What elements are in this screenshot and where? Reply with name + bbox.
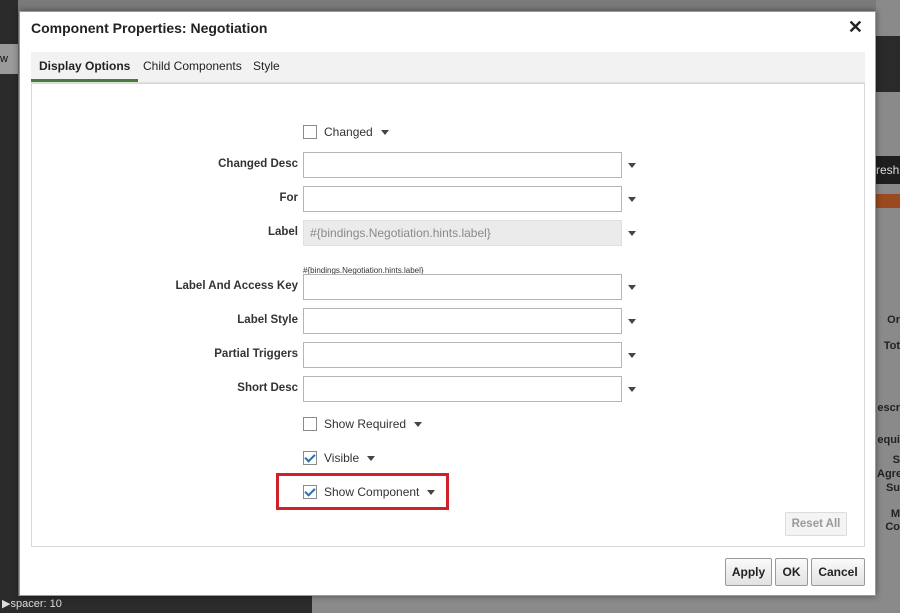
short-desc-input[interactable] <box>303 376 622 402</box>
bg-right-strip <box>876 194 900 208</box>
short-desc-label: Short Desc <box>237 382 298 394</box>
bg-right-bar <box>876 36 900 92</box>
display-options-panel: Changed Changed Desc For Label #{binding… <box>31 83 865 547</box>
label-style-input[interactable] <box>303 308 622 334</box>
label-access-key-label: Label And Access Key <box>175 280 298 292</box>
show-component-checkbox[interactable] <box>303 485 317 499</box>
changed-label: Changed <box>324 125 373 139</box>
visible-row: Visible <box>303 450 376 466</box>
bg-right-text: Su <box>885 482 900 494</box>
label-style-label: Label Style <box>237 314 298 326</box>
show-component-row: Show Component <box>303 484 436 500</box>
show-required-checkbox[interactable] <box>303 417 317 431</box>
chevron-down-icon[interactable] <box>628 353 636 358</box>
bg-right-text: S <box>892 454 900 466</box>
show-component-label: Show Component <box>324 485 420 499</box>
show-required-row: Show Required <box>303 416 423 432</box>
label-input: #{bindings.Negotiation.hints.label} <box>303 220 622 246</box>
ok-button[interactable]: OK <box>775 558 808 586</box>
tab-style[interactable]: Style <box>253 52 280 82</box>
chevron-down-icon[interactable] <box>628 163 636 168</box>
chevron-down-icon[interactable] <box>427 489 436 495</box>
changed-row: Changed <box>303 124 389 140</box>
chevron-down-icon[interactable] <box>628 231 636 236</box>
for-label: For <box>279 192 298 204</box>
bg-right-text: Agre <box>877 468 900 480</box>
bg-right-text: Or <box>887 314 900 326</box>
label-access-key-input[interactable] <box>303 274 622 300</box>
chevron-down-icon[interactable] <box>367 455 376 461</box>
bg-left-button: w <box>0 44 18 74</box>
tab-display-options[interactable]: Display Options <box>31 52 139 82</box>
component-properties-dialog: Component Properties: Negotiation ✕ Disp… <box>19 11 876 596</box>
tab-child-components[interactable]: Child Components <box>143 52 242 82</box>
close-icon[interactable]: ✕ <box>848 18 863 36</box>
visible-label: Visible <box>324 451 360 465</box>
bg-status-text: ▶spacer: 10 <box>0 596 312 613</box>
reset-all-button[interactable]: Reset All <box>785 512 847 536</box>
chevron-down-icon[interactable] <box>628 197 636 202</box>
show-required-label: Show Required <box>324 417 407 431</box>
dialog-title: Component Properties: Negotiation <box>31 20 268 36</box>
visible-checkbox[interactable] <box>303 451 317 465</box>
bg-right-text: Co <box>885 521 900 533</box>
for-input[interactable] <box>303 186 622 212</box>
bg-right-text: Tot <box>883 340 900 352</box>
label-label: Label <box>267 226 298 238</box>
partial-triggers-input[interactable] <box>303 342 622 368</box>
bg-right-text: escr <box>877 402 900 414</box>
chevron-down-icon[interactable] <box>628 387 636 392</box>
chevron-down-icon[interactable] <box>414 421 423 427</box>
apply-button[interactable]: Apply <box>725 558 772 586</box>
chevron-down-icon[interactable] <box>628 285 636 290</box>
bg-right-text: M <box>890 508 900 520</box>
changed-desc-label: Changed Desc <box>218 158 298 170</box>
bg-refresh-button: resh <box>876 156 900 184</box>
bg-right-text: equi <box>877 434 900 446</box>
chevron-down-icon[interactable] <box>380 129 389 135</box>
cancel-button[interactable]: Cancel <box>811 558 865 586</box>
partial-triggers-label: Partial Triggers <box>214 348 298 360</box>
changed-desc-input[interactable] <box>303 152 622 178</box>
chevron-down-icon[interactable] <box>628 319 636 324</box>
bg-left-panel <box>0 0 18 613</box>
tab-bar: Display Options Child Components Style <box>31 52 865 83</box>
changed-checkbox[interactable] <box>303 125 317 139</box>
